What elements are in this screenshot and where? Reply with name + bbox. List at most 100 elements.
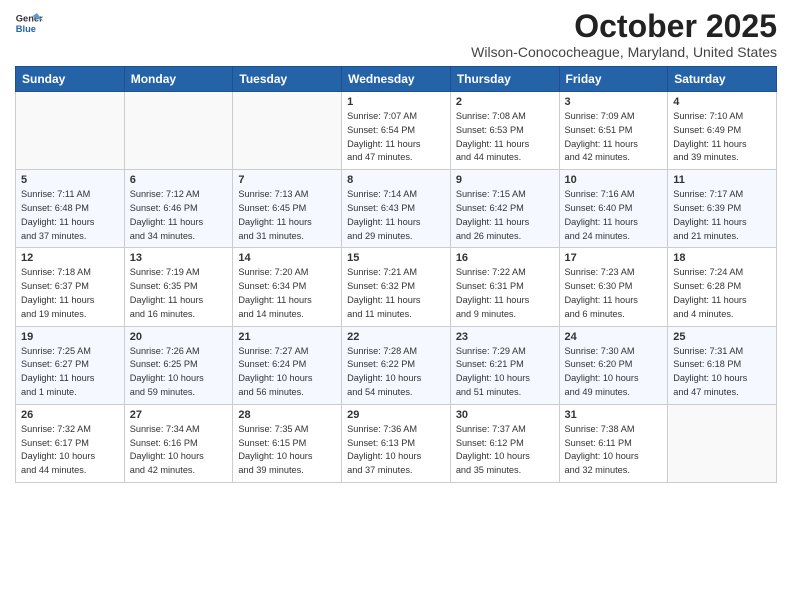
day-number: 17 — [565, 252, 663, 264]
calendar-cell: 11Sunrise: 7:17 AMSunset: 6:39 PMDayligh… — [668, 170, 777, 248]
location-title: Wilson-Conococheague, Maryland, United S… — [471, 44, 777, 60]
day-number: 29 — [347, 409, 445, 421]
day-number: 6 — [130, 174, 228, 186]
day-number: 24 — [565, 331, 663, 343]
day-number: 14 — [238, 252, 336, 264]
calendar-cell: 4 Sunrise: 7:10 AMSunset: 6:49 PMDaylight… — [668, 92, 777, 170]
day-info: Sunrise: 7:19 AMSunset: 6:35 PMDaylight:… — [130, 266, 228, 321]
calendar-cell: 16 Sunrise: 7:22 AMSunset: 6:31 PMDayligh… — [450, 248, 559, 326]
calendar-cell: 8 Sunrise: 7:14 AMSunset: 6:43 PMDaylight… — [342, 170, 451, 248]
day-number: 19 — [21, 331, 119, 343]
day-info: Sunrise: 7:07 AMSunset: 6:54 PMDaylight:… — [347, 110, 445, 165]
day-info: Sunrise: 7:16 AMSunset: 6:40 PMDaylight:… — [565, 188, 663, 243]
day-info: Sunrise: 7:15 AMSunset: 6:42 PMDaylight:… — [456, 188, 554, 243]
calendar-cell: 9 Sunrise: 7:15 AMSunset: 6:42 PMDaylight… — [450, 170, 559, 248]
day-info: Sunrise: 7:12 AMSunset: 6:46 PMDaylight:… — [130, 188, 228, 243]
day-info: Sunrise: 7:38 AMSunset: 6:11 PMDaylight:… — [565, 423, 663, 478]
day-number: 7 — [238, 174, 336, 186]
day-info: Sunrise: 7:22 AMSunset: 6:31 PMDaylight:… — [456, 266, 554, 321]
day-number: 28 — [238, 409, 336, 421]
calendar-cell: 30 Sunrise: 7:37 AMSunset: 6:12 PMDayligh… — [450, 404, 559, 482]
day-number: 20 — [130, 331, 228, 343]
calendar-cell: 17Sunrise: 7:23 AMSunset: 6:30 PMDayligh… — [559, 248, 668, 326]
day-info: Sunrise: 7:32 AMSunset: 6:17 PMDaylight:… — [21, 423, 119, 478]
calendar-week-3: 12 Sunrise: 7:18 AMSunset: 6:37 PMDayligh… — [16, 248, 777, 326]
calendar-week-5: 26 Sunrise: 7:32 AMSunset: 6:17 PMDayligh… — [16, 404, 777, 482]
col-friday: Friday — [559, 67, 668, 92]
day-info: Sunrise: 7:17 AMSunset: 6:39 PMDaylight:… — [673, 188, 771, 243]
day-number: 4 — [673, 96, 771, 108]
day-info: Sunrise: 7:27 AMSunset: 6:24 PMDaylight:… — [238, 345, 336, 400]
logo-icon: General Blue — [15, 10, 43, 38]
day-number: 30 — [456, 409, 554, 421]
day-number: 2 — [456, 96, 554, 108]
col-saturday: Saturday — [668, 67, 777, 92]
calendar-cell: 18Sunrise: 7:24 AMSunset: 6:28 PMDayligh… — [668, 248, 777, 326]
day-number: 5 — [21, 174, 119, 186]
calendar-cell: 1 Sunrise: 7:07 AMSunset: 6:54 PMDaylight… — [342, 92, 451, 170]
day-number: 12 — [21, 252, 119, 264]
day-number: 26 — [21, 409, 119, 421]
calendar-week-2: 5 Sunrise: 7:11 AMSunset: 6:48 PMDaylight… — [16, 170, 777, 248]
day-number: 8 — [347, 174, 445, 186]
calendar-cell: 29 Sunrise: 7:36 AMSunset: 6:13 PMDayligh… — [342, 404, 451, 482]
calendar-cell: 28Sunrise: 7:35 AMSunset: 6:15 PMDayligh… — [233, 404, 342, 482]
day-number: 27 — [130, 409, 228, 421]
calendar-cell: 7 Sunrise: 7:13 AMSunset: 6:45 PMDaylight… — [233, 170, 342, 248]
day-info: Sunrise: 7:30 AMSunset: 6:20 PMDaylight:… — [565, 345, 663, 400]
day-number: 9 — [456, 174, 554, 186]
day-number: 23 — [456, 331, 554, 343]
day-info: Sunrise: 7:37 AMSunset: 6:12 PMDaylight:… — [456, 423, 554, 478]
col-wednesday: Wednesday — [342, 67, 451, 92]
day-info: Sunrise: 7:13 AMSunset: 6:45 PMDaylight:… — [238, 188, 336, 243]
header: General Blue October 2025 Wilson-Conococ… — [15, 10, 777, 60]
calendar-week-1: 1 Sunrise: 7:07 AMSunset: 6:54 PMDaylight… — [16, 92, 777, 170]
calendar-cell: 13 Sunrise: 7:19 AMSunset: 6:35 PMDayligh… — [124, 248, 233, 326]
page: General Blue October 2025 Wilson-Conococ… — [0, 0, 792, 498]
col-thursday: Thursday — [450, 67, 559, 92]
day-info: Sunrise: 7:09 AMSunset: 6:51 PMDaylight:… — [565, 110, 663, 165]
calendar-cell: 15 Sunrise: 7:21 AMSunset: 6:32 PMDayligh… — [342, 248, 451, 326]
calendar-cell — [124, 92, 233, 170]
calendar-cell — [16, 92, 125, 170]
calendar-cell: 26 Sunrise: 7:32 AMSunset: 6:17 PMDayligh… — [16, 404, 125, 482]
calendar-cell: 25Sunrise: 7:31 AMSunset: 6:18 PMDayligh… — [668, 326, 777, 404]
calendar-cell: 21Sunrise: 7:27 AMSunset: 6:24 PMDayligh… — [233, 326, 342, 404]
day-number: 15 — [347, 252, 445, 264]
calendar-cell: 3 Sunrise: 7:09 AMSunset: 6:51 PMDaylight… — [559, 92, 668, 170]
calendar-cell — [233, 92, 342, 170]
day-number: 16 — [456, 252, 554, 264]
calendar-cell: 24 Sunrise: 7:30 AMSunset: 6:20 PMDayligh… — [559, 326, 668, 404]
title-block: October 2025 Wilson-Conococheague, Maryl… — [471, 10, 777, 60]
day-info: Sunrise: 7:21 AMSunset: 6:32 PMDaylight:… — [347, 266, 445, 321]
calendar-cell: 5 Sunrise: 7:11 AMSunset: 6:48 PMDaylight… — [16, 170, 125, 248]
calendar-cell: 12 Sunrise: 7:18 AMSunset: 6:37 PMDayligh… — [16, 248, 125, 326]
day-number: 1 — [347, 96, 445, 108]
day-number: 22 — [347, 331, 445, 343]
svg-text:Blue: Blue — [16, 24, 36, 34]
calendar-cell: 22 Sunrise: 7:28 AMSunset: 6:22 PMDayligh… — [342, 326, 451, 404]
calendar-cell: 14Sunrise: 7:20 AMSunset: 6:34 PMDayligh… — [233, 248, 342, 326]
day-info: Sunrise: 7:10 AMSunset: 6:49 PMDaylight:… — [673, 110, 771, 165]
day-info: Sunrise: 7:14 AMSunset: 6:43 PMDaylight:… — [347, 188, 445, 243]
day-info: Sunrise: 7:18 AMSunset: 6:37 PMDaylight:… — [21, 266, 119, 321]
col-sunday: Sunday — [16, 67, 125, 92]
calendar-cell: 27 Sunrise: 7:34 AMSunset: 6:16 PMDayligh… — [124, 404, 233, 482]
day-info: Sunrise: 7:34 AMSunset: 6:16 PMDaylight:… — [130, 423, 228, 478]
day-number: 3 — [565, 96, 663, 108]
day-info: Sunrise: 7:08 AMSunset: 6:53 PMDaylight:… — [456, 110, 554, 165]
calendar-week-4: 19 Sunrise: 7:25 AMSunset: 6:27 PMDayligh… — [16, 326, 777, 404]
calendar-cell: 10Sunrise: 7:16 AMSunset: 6:40 PMDayligh… — [559, 170, 668, 248]
day-number: 25 — [673, 331, 771, 343]
calendar-cell — [668, 404, 777, 482]
day-info: Sunrise: 7:25 AMSunset: 6:27 PMDaylight:… — [21, 345, 119, 400]
day-number: 13 — [130, 252, 228, 264]
calendar-cell: 20 Sunrise: 7:26 AMSunset: 6:25 PMDayligh… — [124, 326, 233, 404]
col-monday: Monday — [124, 67, 233, 92]
day-info: Sunrise: 7:28 AMSunset: 6:22 PMDaylight:… — [347, 345, 445, 400]
day-info: Sunrise: 7:11 AMSunset: 6:48 PMDaylight:… — [21, 188, 119, 243]
month-title: October 2025 — [471, 10, 777, 42]
day-info: Sunrise: 7:26 AMSunset: 6:25 PMDaylight:… — [130, 345, 228, 400]
day-number: 18 — [673, 252, 771, 264]
day-info: Sunrise: 7:36 AMSunset: 6:13 PMDaylight:… — [347, 423, 445, 478]
